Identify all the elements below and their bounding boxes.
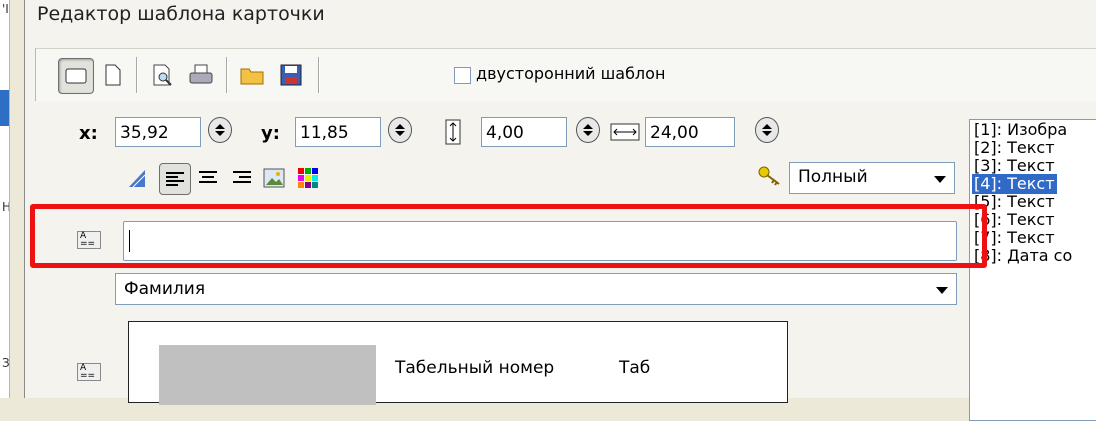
list-item[interactable]: [8]: Дата со bbox=[974, 246, 1072, 266]
y-label: y: bbox=[261, 123, 280, 144]
card-back-icon bbox=[105, 64, 121, 86]
font-button[interactable] bbox=[125, 165, 151, 191]
height-input[interactable]: 4,00 bbox=[481, 117, 567, 147]
field-select-value: Фамилия bbox=[124, 279, 206, 299]
preview-field-icon: A == bbox=[77, 363, 101, 381]
align-right-icon bbox=[233, 171, 251, 183]
align-left-button[interactable] bbox=[159, 163, 191, 195]
width-icon bbox=[610, 123, 640, 141]
card-front-button[interactable] bbox=[58, 58, 94, 94]
card-front-icon bbox=[65, 68, 87, 84]
open-button[interactable] bbox=[236, 58, 270, 92]
align-center-icon bbox=[199, 171, 217, 183]
bg-mark-1: 'I bbox=[2, 2, 9, 16]
width-input[interactable]: 24,00 bbox=[645, 117, 735, 147]
toolbar-separator bbox=[318, 57, 320, 93]
color-icon bbox=[298, 168, 318, 188]
print-preview-button[interactable] bbox=[146, 58, 180, 92]
height-spinner[interactable] bbox=[576, 117, 600, 143]
print-icon bbox=[189, 64, 213, 84]
color-button[interactable] bbox=[295, 165, 321, 191]
x-spinner[interactable] bbox=[208, 117, 232, 143]
background-window-strip: 'I H Зе bbox=[0, 0, 21, 398]
key-icon bbox=[758, 166, 780, 186]
window-title: Редактор шаблона карточки bbox=[37, 3, 325, 25]
card-back-button[interactable] bbox=[96, 58, 130, 92]
x-input[interactable]: 35,92 bbox=[115, 117, 201, 147]
list-item[interactable]: [1]: Изобра bbox=[974, 120, 1067, 140]
font-icon bbox=[129, 170, 146, 188]
save-button[interactable] bbox=[274, 58, 308, 92]
image-icon bbox=[263, 168, 285, 188]
y-spinner[interactable] bbox=[388, 117, 412, 143]
toolbar: двусторонний шаблон bbox=[35, 48, 1096, 102]
template-editor-window: Редактор шаблона карточки двусторонний ш… bbox=[24, 0, 1096, 421]
list-item-selected[interactable]: [4]: Текст bbox=[972, 174, 1057, 194]
preview-label-2: Таб bbox=[619, 358, 651, 378]
photo-placeholder bbox=[159, 345, 376, 405]
list-item[interactable]: [2]: Текст bbox=[974, 138, 1055, 158]
toolbar-separator bbox=[226, 57, 228, 93]
chevron-down-icon bbox=[934, 176, 946, 183]
width-spinner[interactable] bbox=[755, 117, 779, 143]
bg-inner-border bbox=[9, 0, 21, 398]
align-left-icon bbox=[166, 172, 184, 186]
align-center-button[interactable] bbox=[195, 165, 221, 191]
x-label: x: bbox=[79, 123, 98, 144]
preview-label-1: Табельный номер bbox=[395, 358, 555, 378]
list-item[interactable]: [3]: Текст bbox=[974, 156, 1055, 176]
chevron-down-icon bbox=[936, 287, 948, 294]
mode-select[interactable]: Полный bbox=[789, 162, 955, 194]
double-sided-label: двусторонний шаблон bbox=[476, 64, 666, 83]
elements-list[interactable]: [1]: Изобра [2]: Текст [3]: Текст [4]: Т… bbox=[969, 119, 1096, 421]
height-icon bbox=[445, 119, 461, 145]
print-button[interactable] bbox=[184, 58, 218, 92]
align-right-button[interactable] bbox=[229, 165, 255, 191]
field-select[interactable]: Фамилия bbox=[115, 273, 957, 305]
toolbar-separator bbox=[136, 57, 138, 93]
y-input[interactable]: 11,85 bbox=[295, 117, 381, 147]
mode-select-value: Полный bbox=[798, 167, 868, 187]
open-folder-icon bbox=[240, 68, 264, 85]
card-preview[interactable]: Табельный номер Таб bbox=[128, 321, 788, 405]
annotation-highlight-box bbox=[30, 204, 987, 268]
image-button[interactable] bbox=[261, 165, 287, 191]
save-icon bbox=[280, 64, 302, 86]
print-preview-icon bbox=[153, 64, 172, 86]
double-sided-checkbox[interactable] bbox=[454, 67, 471, 84]
